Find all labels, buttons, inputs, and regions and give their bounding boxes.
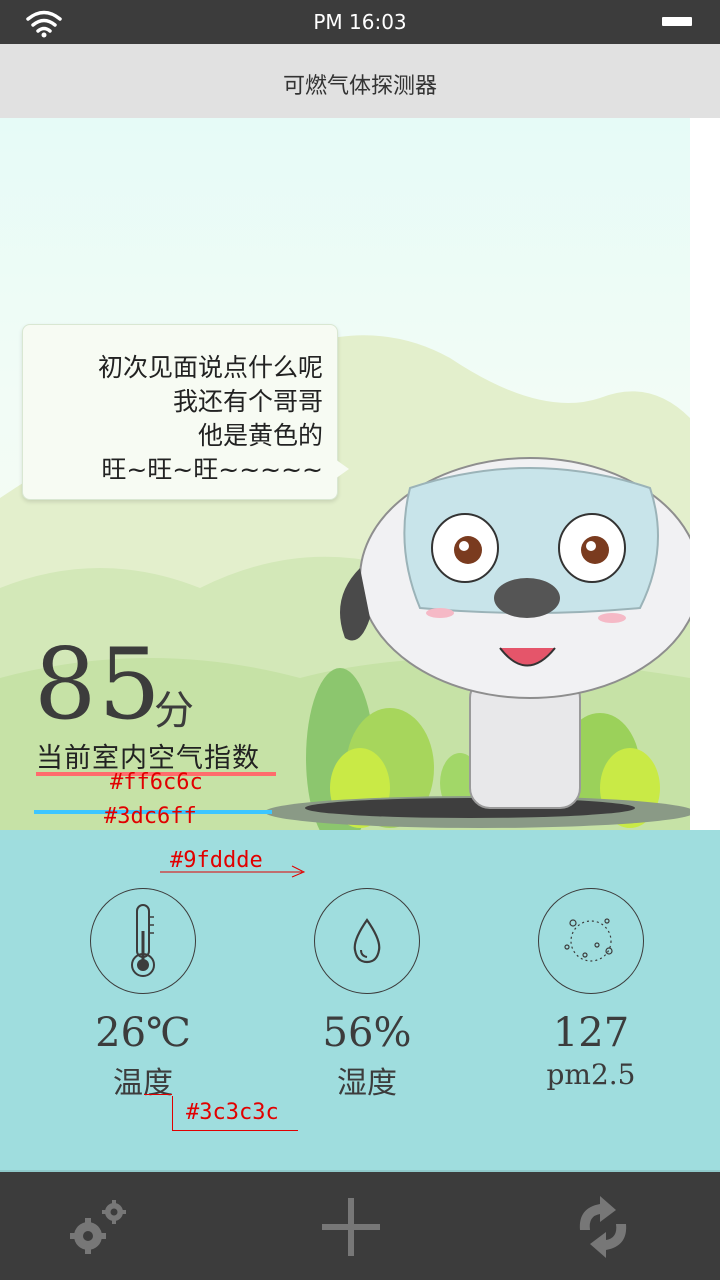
bubble-line: 旺~旺~旺~~~~~ [101,455,323,484]
refresh-button[interactable] [568,1192,638,1262]
annotation-blue-color: #3dc6ff [104,804,197,829]
bubble-line: 他是黄色的 [197,421,323,450]
humidity-value: 56% [322,1010,412,1056]
metrics-panel: #9fddde 26℃ 温度 56% 湿度 127 pm2.5 #3c3c3c [0,830,720,1170]
temperature-label: 温度 [113,1066,173,1101]
status-bar: PM 16:03 [0,0,720,44]
annotation-arrow-icon [160,865,306,878]
thermometer-icon [90,888,196,994]
bubble-line: 初次见面说点什么呢 [97,353,323,382]
droplet-icon [314,888,420,994]
air-score: 85 分 [34,628,194,742]
speech-bubble: 初次见面说点什么呢 我还有个哥哥 他是黄色的 旺~旺~旺~~~~~ [22,324,349,500]
settings-button[interactable] [64,1192,134,1262]
add-button[interactable] [316,1192,386,1262]
bubble-tail [335,459,349,479]
title-bar: 可燃气体探测器 [0,44,720,118]
score-value: 85 [34,628,163,742]
annotation-red-color: #ff6c6c [110,770,203,795]
annotation-text-color: #3c3c3c [186,1100,279,1125]
hero-edge [690,118,720,830]
bottom-nav [0,1170,720,1280]
annotation-line [172,1130,298,1131]
annotation-line [172,1096,173,1130]
pm25-value: 127 [552,1010,630,1056]
metric-pm25[interactable]: 127 pm2.5 [486,888,696,1091]
particles-icon [538,888,644,994]
status-time: PM 16:03 [313,10,407,34]
plus-icon [322,1198,380,1256]
humidity-label: 湿度 [337,1066,397,1101]
temperature-value: 26℃ [95,1010,191,1056]
pm25-label: pm2.5 [546,1058,636,1091]
metric-humidity[interactable]: 56% 湿度 [262,888,472,1102]
battery-icon [662,17,692,26]
score-unit: 分 [154,688,194,734]
annotation-line [144,1094,172,1095]
refresh-icon [579,1196,627,1258]
settings-gears-icon [70,1200,126,1254]
page-title: 可燃气体探测器 [282,74,437,99]
bubble-text: 初次见面说点什么呢 我还有个哥哥 他是黄色的 旺~旺~旺~~~~~ [98,351,323,487]
bubble-line: 我还有个哥哥 [172,387,323,416]
metric-temperature[interactable]: 26℃ 温度 [38,888,248,1102]
